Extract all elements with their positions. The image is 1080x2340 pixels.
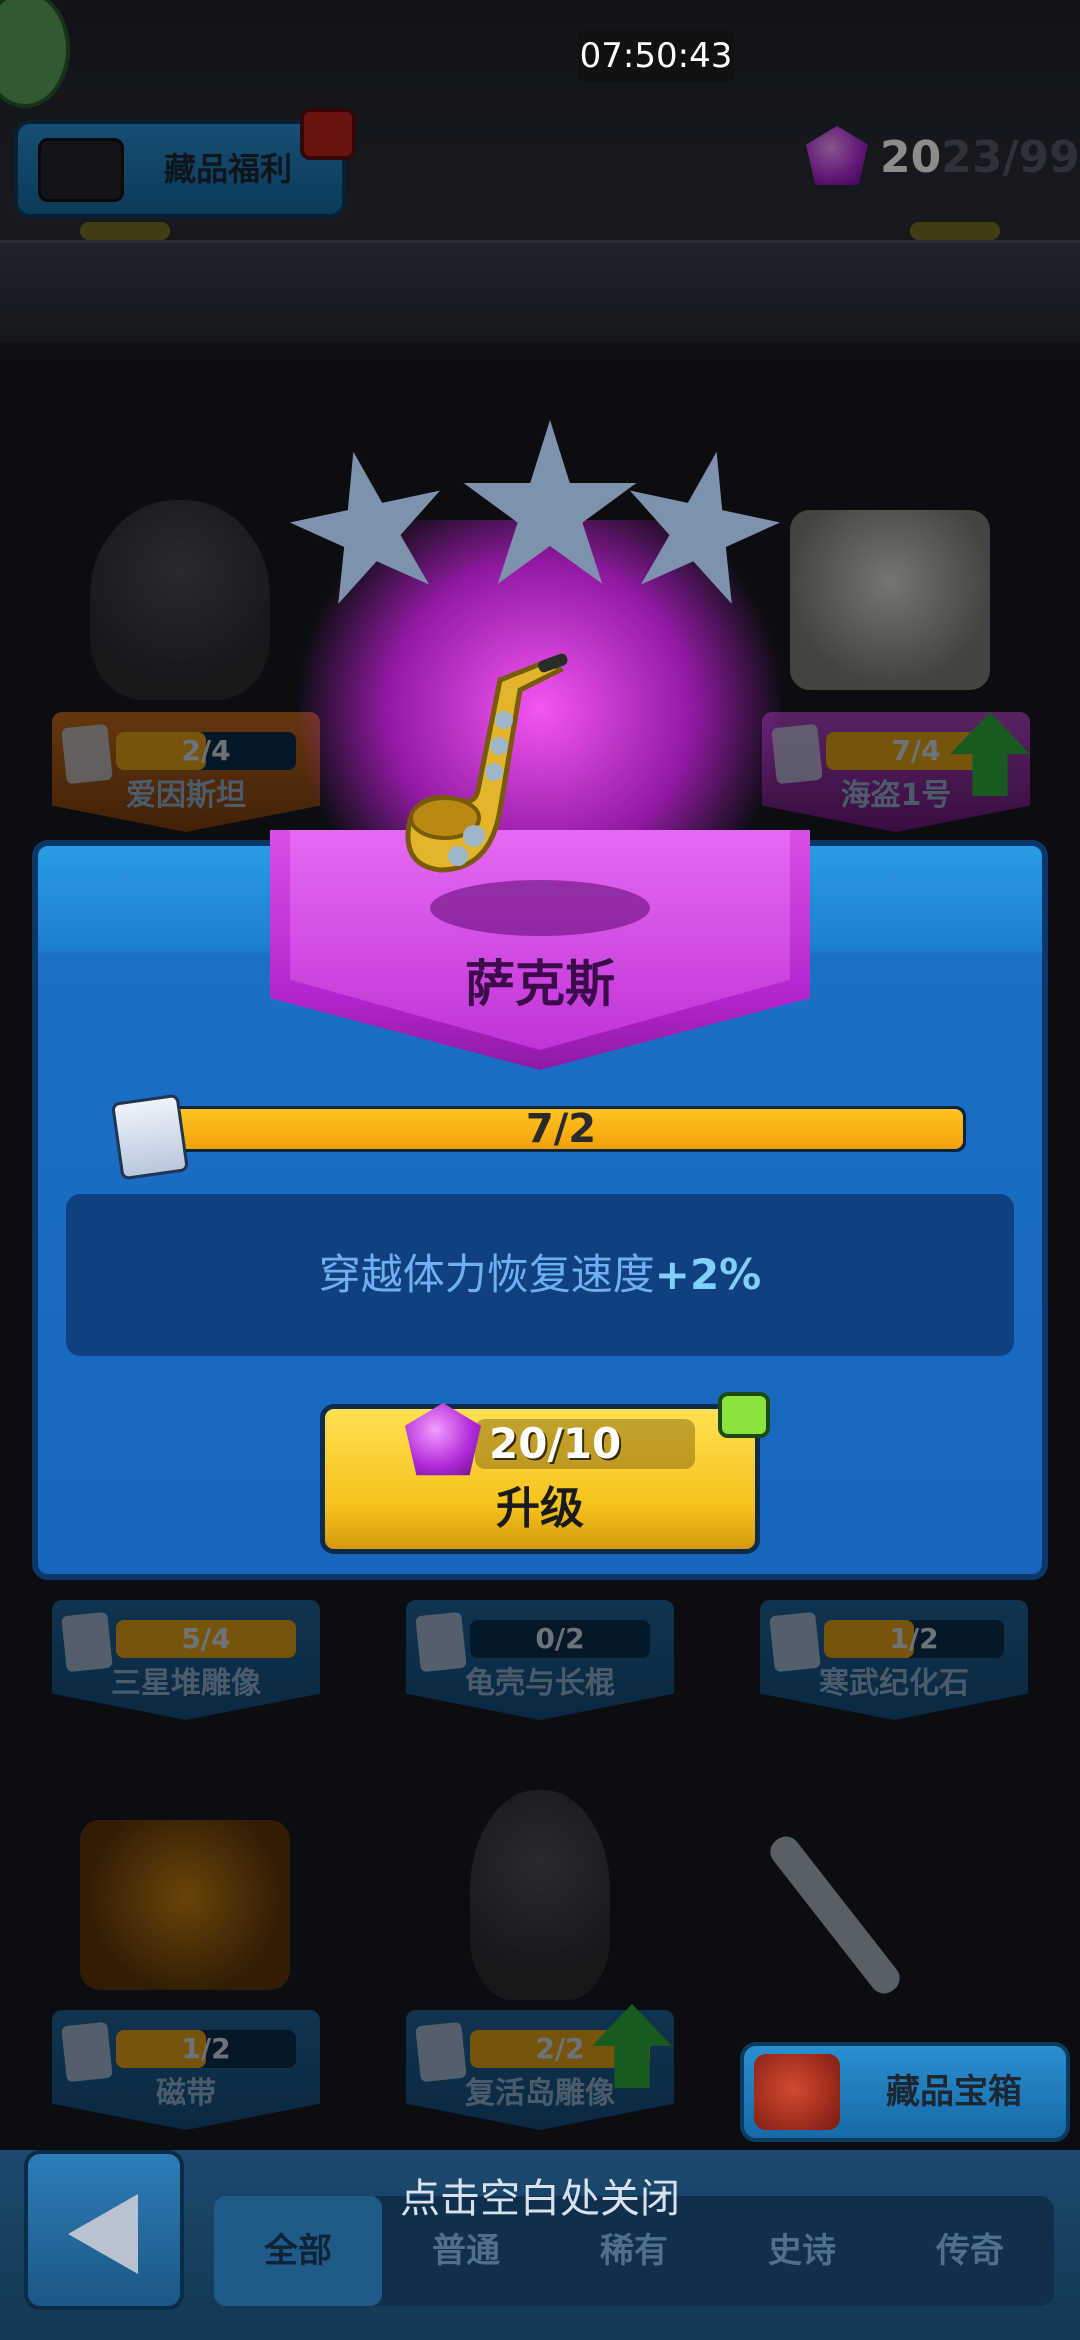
saxophone-icon bbox=[405, 653, 568, 873]
effect-text: 穿越体力恢复速度 bbox=[318, 1250, 655, 1299]
star-rating bbox=[290, 420, 790, 610]
upgrade-cost: 20/10 bbox=[489, 1419, 622, 1468]
star-icon bbox=[275, 435, 465, 625]
close-hint: 点击空白处关闭 bbox=[400, 2176, 680, 2222]
effect-bonus: +2% bbox=[654, 1250, 762, 1299]
upgrade-ready-badge bbox=[718, 1392, 770, 1438]
upgrade-button[interactable]: 20/10 升级 bbox=[320, 1403, 760, 1554]
chest-label: 藏品宝箱 bbox=[886, 2072, 1022, 2112]
item-progress-bar: 7/2 bbox=[110, 1093, 966, 1181]
chest-icon bbox=[754, 2054, 840, 2130]
gem-icon bbox=[405, 1403, 481, 1476]
clock: 07:50:43 bbox=[578, 30, 734, 82]
item-shadow bbox=[430, 880, 650, 936]
upgrade-label: 升级 bbox=[496, 1483, 584, 1534]
collection-chest-button[interactable]: 藏品宝箱 bbox=[740, 2042, 1070, 2142]
effect-description-box: 穿越体力恢复速度+2% bbox=[66, 1194, 1014, 1356]
progress-text: 7/2 bbox=[525, 1106, 597, 1152]
star-icon bbox=[463, 420, 637, 584]
star-icon bbox=[605, 435, 795, 625]
item-title: 萨克斯 bbox=[465, 955, 615, 1013]
